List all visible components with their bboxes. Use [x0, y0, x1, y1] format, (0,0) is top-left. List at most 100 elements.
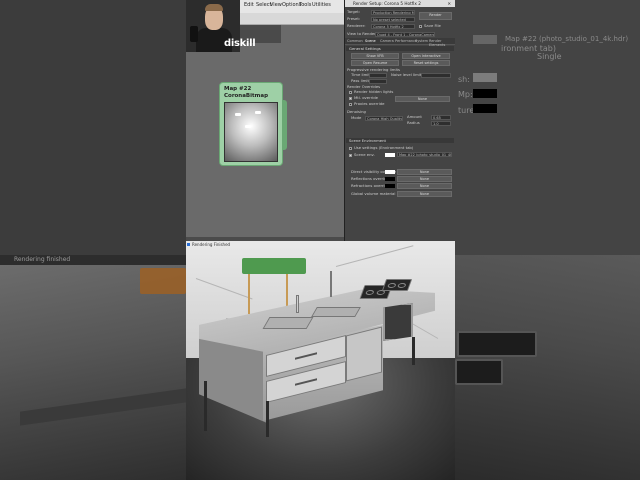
bg-swatch-black-1 — [473, 89, 497, 98]
section-general-settings[interactable]: General Settings — [346, 46, 454, 51]
preset-label: Preset: — [347, 16, 361, 21]
vfb-title: Rendering Finished — [192, 242, 231, 247]
background-render-right — [455, 255, 640, 480]
reset-settings-button[interactable]: Reset settings — [402, 60, 450, 66]
bg-panel-map: Map #22 (photo_studio_01_4k.hdr) — [505, 35, 629, 43]
burner — [386, 283, 397, 288]
render-hidden-checkbox[interactable] — [349, 91, 352, 94]
proxies-label: Proxies override — [354, 101, 385, 106]
refractions-swatch[interactable] — [385, 184, 395, 188]
dialog-title: Render Setup: Corona 5 Hotfix 2 — [353, 1, 421, 6]
tab-scene[interactable]: Scene — [365, 39, 376, 43]
tab-common[interactable]: Common — [347, 39, 363, 43]
view-dropdown[interactable]: Quad 4 - Front 1 - CoronaCamera — [375, 32, 435, 37]
scene-env-radio[interactable] — [349, 154, 352, 157]
tab-camera[interactable]: Camera — [380, 39, 394, 43]
dialog-titlebar: Render Setup: Corona 5 Hotfix 2 ✕ — [345, 0, 455, 7]
render-leg — [266, 401, 269, 437]
scene-env-map-button[interactable]: Map #22 (photo_studio_01_4k.hdr) — [397, 152, 452, 157]
radius-field[interactable]: 1,0 — [431, 121, 451, 126]
render-button[interactable]: Render — [419, 12, 452, 20]
render-drainboard — [311, 307, 361, 317]
thumb-light — [245, 125, 251, 128]
burner — [364, 290, 375, 295]
bg-row-label-1: sh: — [458, 75, 470, 84]
radius-label: Radius — [407, 120, 420, 125]
denoise-mode-label: Mode — [351, 115, 362, 120]
refractions-label: Refractions override — [351, 183, 390, 188]
node-preview-thumbnail — [224, 102, 278, 162]
node-output-port[interactable] — [282, 100, 287, 150]
mtl-override-button[interactable]: None — [395, 96, 450, 102]
render-cooktop-2 — [381, 279, 413, 291]
background-chair — [140, 268, 186, 294]
render-leg — [204, 381, 207, 431]
time-limit-field[interactable] — [369, 73, 387, 78]
show-vfb-button[interactable]: Show VFB — [351, 53, 399, 59]
section-scene-environment[interactable]: Scene Environment — [346, 138, 454, 143]
direct-vis-swatch[interactable] — [385, 170, 395, 174]
global-volume-label: Global volume material — [351, 191, 396, 196]
target-dropdown[interactable]: Production Rendering Mode — [371, 10, 415, 15]
preset-dropdown[interactable]: No preset selected — [371, 17, 415, 22]
renderer-dropdown[interactable]: Corona 5 Hotfix 2 — [371, 24, 415, 29]
open-interactive-button[interactable]: Open Interactive — [402, 53, 450, 59]
direct-vis-map[interactable]: None — [397, 169, 452, 175]
node-title: Map #22 CoronaBitmap — [224, 86, 268, 100]
bg-cooktop-2 — [455, 359, 503, 385]
use-env-label: Use settings (Environment tab) — [354, 145, 414, 150]
render-frame-window: Rendering Finished — [186, 241, 455, 480]
tab-performance[interactable]: Performance — [395, 39, 417, 43]
marble-vein — [335, 245, 414, 267]
bg-panel-chip: Single — [537, 52, 562, 61]
renderer-label: Renderer: — [347, 23, 366, 28]
noise-limit-field[interactable] — [421, 73, 451, 78]
menu-edit[interactable]: Edit — [244, 2, 254, 8]
save-file-label: Save File — [424, 23, 441, 28]
thumb-light — [255, 111, 261, 114]
node-title-map: Map #22 — [224, 86, 252, 92]
menu-utilities[interactable]: Utilities — [312, 2, 331, 8]
global-volume-button[interactable]: None — [397, 191, 452, 197]
render-oven — [383, 303, 413, 341]
menu-view[interactable]: View — [270, 2, 282, 8]
node-title-type: CoronaBitmap — [224, 93, 269, 99]
open-resume-button[interactable]: Open Resume — [351, 60, 399, 66]
drawer-handle — [295, 378, 317, 386]
vfb-titlebar: Rendering Finished — [186, 241, 455, 248]
brand-watermark: diskill — [224, 38, 256, 49]
background-render-left — [0, 265, 186, 480]
use-env-checkbox[interactable] — [349, 147, 352, 150]
scene-env-color[interactable] — [385, 153, 395, 157]
render-chair-seat — [242, 258, 306, 274]
amount-field[interactable]: 0,65 — [431, 115, 451, 120]
render-faucet — [296, 295, 299, 313]
dialog-tabs: Common Scene Camera Performance System R… — [345, 38, 455, 47]
noise-limit-label: Noise level limit: — [391, 72, 423, 77]
mtl-override-checkbox[interactable] — [349, 97, 352, 100]
thumb-light — [235, 113, 241, 116]
proxies-checkbox[interactable] — [349, 103, 352, 106]
reflections-map[interactable]: None — [397, 176, 452, 182]
reflections-label: Reflections override — [351, 176, 389, 181]
burner — [396, 283, 407, 288]
render-leg — [412, 337, 415, 365]
material-node-coronabitmap[interactable]: Map #22 CoronaBitmap — [219, 82, 283, 166]
bg-chip — [473, 35, 497, 44]
tab-system[interactable]: System — [415, 39, 428, 43]
target-label: Target: — [347, 9, 361, 14]
save-file-checkbox[interactable] — [419, 25, 422, 28]
app-icon — [187, 243, 190, 246]
scene-env-label: Scene env. — [354, 152, 375, 157]
background-status-bar: Rendering finished — [0, 255, 186, 265]
menu-tools[interactable]: Tools — [299, 2, 311, 8]
background-right-panel: ironment tab) Map #22 (photo_studio_01_4… — [455, 0, 640, 255]
reflections-swatch[interactable] — [385, 177, 395, 181]
render-cabinet-door — [346, 326, 382, 382]
microphone — [190, 26, 198, 42]
denoise-mode-dropdown[interactable]: Corona High Quality — [365, 116, 403, 121]
bg-cooktop-1 — [457, 331, 537, 357]
refractions-map[interactable]: None — [397, 183, 452, 189]
bg-row-label-2: Mp: — [458, 90, 473, 99]
close-icon[interactable]: ✕ — [447, 0, 451, 7]
